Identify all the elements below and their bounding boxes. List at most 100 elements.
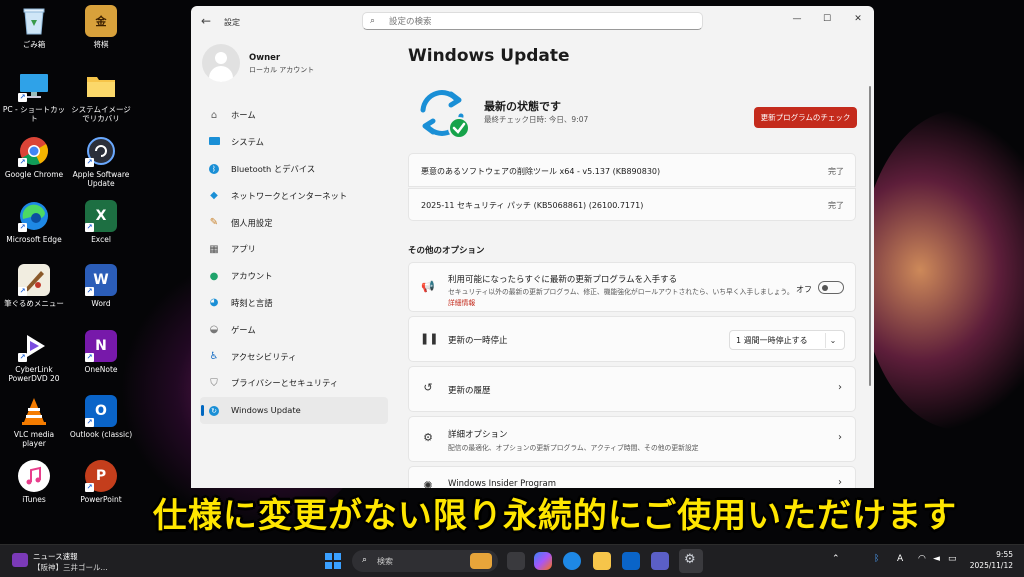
- sidebar-item-home[interactable]: ⌂ ホーム: [200, 102, 388, 129]
- insider-program-option[interactable]: ✺ Windows Insider Program ›: [408, 466, 856, 488]
- chevron-up-icon[interactable]: ⌃: [832, 554, 840, 564]
- shortcut-arrow-icon: ↗: [85, 483, 94, 492]
- news-widget-icon[interactable]: [12, 553, 28, 567]
- battery-icon[interactable]: ▭: [948, 554, 957, 564]
- copilot-icon[interactable]: [534, 552, 552, 570]
- teams-icon[interactable]: [651, 552, 669, 570]
- advanced-options-option[interactable]: ⚙ 詳細オプション 配信の最適化、オプションの更新プログラム、アクティブ時間、そ…: [408, 416, 856, 462]
- video-caption: 仕様に変更がない限り永続的にご使用いただけます: [152, 496, 958, 536]
- system-monitor-icon: [207, 136, 221, 148]
- news-headline-label[interactable]: ニュース速報: [33, 551, 78, 562]
- sidebar-item-label: システム: [231, 137, 264, 148]
- onenote-icon: N ↗: [85, 330, 117, 362]
- desktop-icon-shogi[interactable]: 金 将棋: [68, 5, 134, 49]
- desktop-icon-word[interactable]: W ↗ Word: [68, 264, 134, 308]
- wallpaper-glow-right: [860, 110, 1024, 430]
- outlook-icon: O ↗: [85, 395, 117, 427]
- ime-indicator[interactable]: A: [897, 554, 903, 564]
- volume-icon[interactable]: ◄: [933, 554, 940, 564]
- option-title: 更新の履歴: [448, 386, 491, 396]
- taskbar-search-text: 検索: [377, 557, 393, 566]
- desktop-icon-recovery[interactable]: システムイメージでリカバリ: [68, 70, 134, 123]
- task-view-icon[interactable]: [507, 552, 525, 570]
- update-item-title: 2025-11 セキュリティ パッチ (KB5068861) (26100.71…: [421, 201, 644, 210]
- taskbar-search[interactable]: ⌕ 検索: [352, 550, 498, 572]
- sidebar-nav: ⌂ ホーム システム ᛒ Bluetooth とデバイス ◆ ネットワークとイン…: [200, 102, 388, 424]
- desktop-icon-vlc[interactable]: VLC media player: [1, 395, 67, 448]
- sidebar-item-network[interactable]: ◆ ネットワークとインターネット: [200, 182, 388, 209]
- windows-logo-pane: [334, 562, 341, 569]
- sidebar-item-time-language[interactable]: ◕ 時刻と言語: [200, 290, 388, 317]
- taskbar-date[interactable]: 2025/11/12: [963, 561, 1013, 570]
- sidebar-item-label: 個人用設定: [231, 217, 273, 228]
- sidebar-item-bluetooth[interactable]: ᛒ Bluetooth とデバイス: [200, 156, 388, 183]
- page-title: Windows Update: [408, 46, 570, 66]
- sidebar-item-apps[interactable]: ▦ アプリ: [200, 236, 388, 263]
- start-button[interactable]: [325, 553, 341, 569]
- chevron-right-icon: ›: [838, 382, 842, 393]
- update-item-row: 悪意のあるソフトウェアの削除ツール x64 - v5.137 (KB890830…: [408, 153, 856, 187]
- windows-logo-icon: [325, 553, 332, 560]
- pause-duration-select[interactable]: 1 週間一時停止する ⌄: [729, 330, 845, 350]
- desktop-icon-edge[interactable]: ↗ Microsoft Edge: [1, 200, 67, 244]
- excel-icon: X ↗: [85, 200, 117, 232]
- settings-taskbar-button[interactable]: ⚙: [679, 549, 703, 573]
- update-item-title: 悪意のあるソフトウェアの削除ツール x64 - v5.137 (KB890830…: [421, 167, 661, 176]
- option-title: 利用可能になったらすぐに最新の更新プログラムを入手する: [448, 275, 678, 285]
- back-arrow-icon[interactable]: ←: [201, 14, 211, 28]
- desktop-icon-excel[interactable]: X ↗ Excel: [68, 200, 134, 244]
- news-headline-text[interactable]: 【阪神】三井ゴール...: [33, 562, 108, 573]
- sidebar-item-label: Bluetooth とデバイス: [231, 163, 316, 174]
- scrollbar[interactable]: [869, 86, 871, 386]
- learn-more-link[interactable]: 詳細情報: [448, 297, 475, 307]
- powerpoint-icon: P ↗: [85, 460, 117, 492]
- bluetooth-icon: ᛒ: [207, 163, 221, 175]
- wifi-icon[interactable]: ◠: [918, 554, 926, 564]
- sidebar-item-label: アカウント: [231, 271, 273, 282]
- update-item-status: 完了: [828, 201, 844, 210]
- sidebar-item-label: ホーム: [231, 110, 256, 121]
- sidebar-item-gaming[interactable]: ◒ ゲーム: [200, 316, 388, 343]
- update-item-status: 完了: [828, 167, 844, 176]
- shortcut-arrow-icon: ↗: [85, 418, 94, 427]
- outlook-icon[interactable]: [622, 552, 640, 570]
- desktop-icon-onenote[interactable]: N ↗ OneNote: [68, 330, 134, 374]
- shortcut-arrow-icon: ↗: [18, 223, 27, 232]
- avatar[interactable]: [202, 44, 240, 82]
- desktop-icon-fudegurume[interactable]: ↗ 筆ぐるめメニュー: [1, 264, 67, 308]
- bluetooth-icon[interactable]: ᛒ: [874, 554, 879, 564]
- sidebar-item-personalization[interactable]: ✎ 個人用設定: [200, 209, 388, 236]
- shortcut-arrow-icon: ↗: [18, 158, 27, 167]
- option-title: Windows Insider Program: [448, 479, 557, 488]
- sidebar-item-privacy[interactable]: ⛉ プライバシーとセキュリティ: [200, 370, 388, 397]
- pause-updates-option: ❚❚ 更新の一時停止 1 週間一時停止する ⌄: [408, 316, 856, 362]
- update-history-option[interactable]: ↺ 更新の履歴 ›: [408, 366, 856, 412]
- desktop-icon-pc[interactable]: ↗ PC - ショートカット: [1, 70, 67, 123]
- profile-account-type: ローカル アカウント: [249, 66, 315, 74]
- avatar-body: [209, 66, 233, 82]
- other-options-heading: その他のオプション: [408, 246, 485, 256]
- edge-icon[interactable]: [563, 552, 581, 570]
- sidebar-item-accessibility[interactable]: ♿ アクセシビリティ: [200, 343, 388, 370]
- get-latest-toggle[interactable]: [818, 281, 844, 294]
- get-latest-updates-option[interactable]: 📢 利用可能になったらすぐに最新の更新プログラムを入手する セキュリティ以外の最…: [408, 262, 856, 312]
- desktop-icon-itunes[interactable]: iTunes: [1, 460, 67, 504]
- sidebar-item-label: Windows Update: [231, 405, 301, 416]
- desktop-icon-outlook[interactable]: O ↗ Outlook (classic): [68, 395, 134, 439]
- sidebar-item-windows-update[interactable]: ↻ Windows Update: [200, 396, 388, 424]
- file-explorer-icon[interactable]: [593, 552, 611, 570]
- sidebar-item-accounts[interactable]: ● アカウント: [200, 263, 388, 290]
- search-highlight-icon: [470, 553, 492, 569]
- desktop-icon-recycle-bin[interactable]: ごみ箱: [1, 5, 67, 49]
- sidebar-item-label: アプリ: [231, 244, 256, 255]
- desktop-icon-powerdvd[interactable]: ↗ CyberLink PowerDVD 20: [1, 330, 67, 383]
- taskbar-time[interactable]: 9:55: [987, 550, 1013, 559]
- sidebar-item-system[interactable]: システム: [200, 129, 388, 156]
- gears-icon: ⚙: [423, 431, 433, 444]
- check-for-updates-button[interactable]: 更新プログラムのチェック: [754, 107, 857, 128]
- option-title: 詳細オプション: [448, 430, 508, 440]
- desktop-icon-apple-update[interactable]: ↗ Apple Software Update: [68, 135, 134, 188]
- account-icon: ●: [209, 270, 219, 282]
- desktop-icon-chrome[interactable]: ↗ Google Chrome: [1, 135, 67, 179]
- powerdvd-icon: ↗: [18, 330, 50, 362]
